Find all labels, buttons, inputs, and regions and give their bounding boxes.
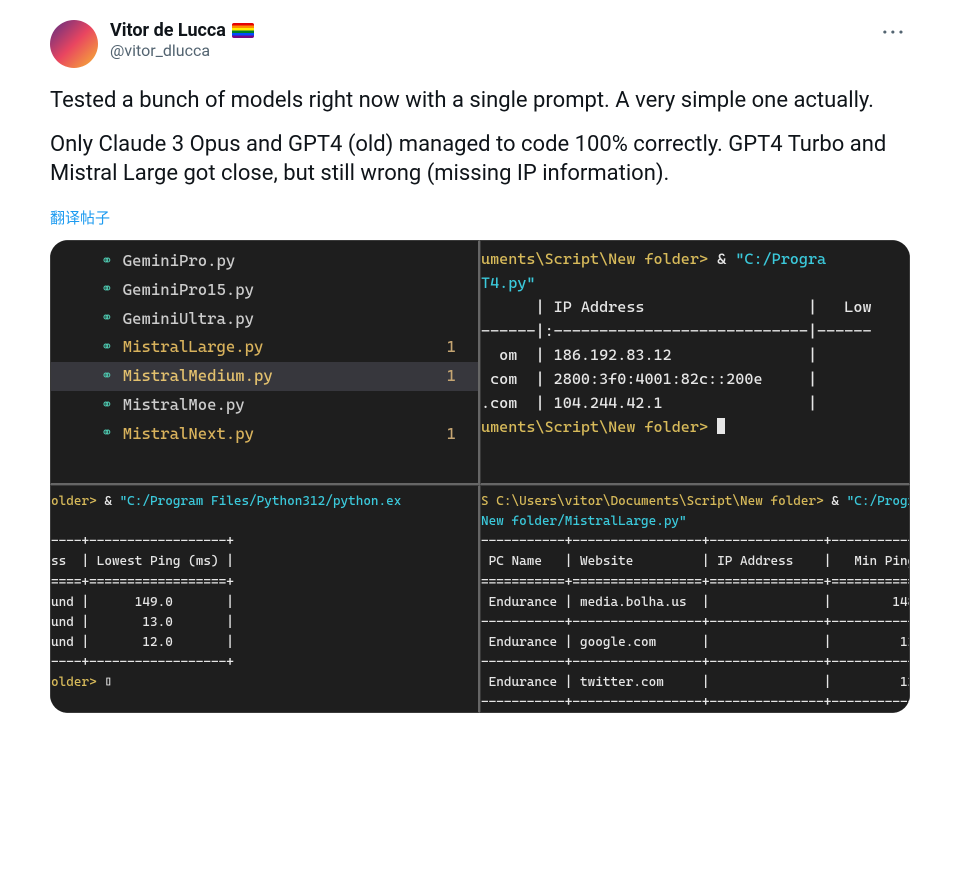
user-handle[interactable]: @vitor_dlucca bbox=[110, 41, 878, 60]
file-explorer-pane: ⚭ GeminiPro.py ⚭ GeminiPro15.py ⚭ GeminiUltra… bbox=[50, 240, 480, 485]
file-row[interactable]: ⚭ MistralNext.py 1 bbox=[51, 420, 478, 449]
python-file-icon: ⚭ bbox=[101, 366, 113, 388]
embedded-screenshot: ⚭ GeminiPro.py ⚭ GeminiPro15.py ⚭ GeminiUltra… bbox=[50, 240, 910, 713]
file-name: GeminiPro15.py bbox=[123, 278, 446, 303]
file-row[interactable]: ⚭ MistralMedium.py 1 bbox=[51, 362, 478, 391]
tweet-text: Tested a bunch of models right now with … bbox=[50, 86, 910, 189]
python-file-icon: ⚭ bbox=[101, 423, 113, 445]
file-row[interactable]: ⚭ GeminiPro15.py bbox=[51, 276, 478, 305]
file-name: GeminiUltra.py bbox=[123, 307, 446, 332]
more-button[interactable]: ··· bbox=[878, 20, 910, 44]
python-file-icon: ⚭ bbox=[101, 251, 113, 273]
modification-count: 1 bbox=[447, 335, 456, 360]
tweet-paragraph: Tested a bunch of models right now with … bbox=[50, 86, 910, 116]
python-file-icon: ⚭ bbox=[101, 308, 113, 330]
tweet-header: Vitor de Lucca @vitor_dlucca ··· bbox=[50, 20, 910, 68]
translate-link[interactable]: 翻译帖子 bbox=[50, 207, 110, 228]
tweet-paragraph: Only Claude 3 Opus and GPT4 (old) manage… bbox=[50, 130, 910, 189]
pride-flag-icon bbox=[232, 23, 254, 38]
file-name: GeminiPro.py bbox=[123, 249, 446, 274]
terminal-mistral-pane: S C:\Users\vitor\Documents\Script\New fo… bbox=[480, 485, 910, 713]
file-name: MistralMedium.py bbox=[123, 364, 437, 389]
python-file-icon: ⚭ bbox=[101, 337, 113, 359]
file-name: MistralLarge.py bbox=[123, 335, 437, 360]
file-name: MistralMoe.py bbox=[123, 393, 446, 418]
terminal-ping-pane: older> & "C:/Program Files/Python312/pyt… bbox=[50, 485, 480, 713]
file-row[interactable]: ⚭ GeminiPro.py bbox=[51, 247, 478, 276]
file-name: MistralNext.py bbox=[123, 422, 437, 447]
terminal-ip-pane: uments\Script\New folder> & "C:/PrograT4… bbox=[480, 240, 910, 485]
avatar[interactable] bbox=[50, 20, 98, 68]
file-row[interactable]: ⚭ MistralLarge.py 1 bbox=[51, 333, 478, 362]
file-row[interactable]: ⚭ MistralMoe.py bbox=[51, 391, 478, 420]
python-file-icon: ⚭ bbox=[101, 395, 113, 417]
modification-count: 1 bbox=[447, 364, 456, 389]
display-name[interactable]: Vitor de Lucca bbox=[110, 20, 226, 41]
python-file-icon: ⚭ bbox=[101, 279, 113, 301]
file-row[interactable]: ⚭ GeminiUltra.py bbox=[51, 305, 478, 334]
modification-count: 1 bbox=[447, 422, 456, 447]
